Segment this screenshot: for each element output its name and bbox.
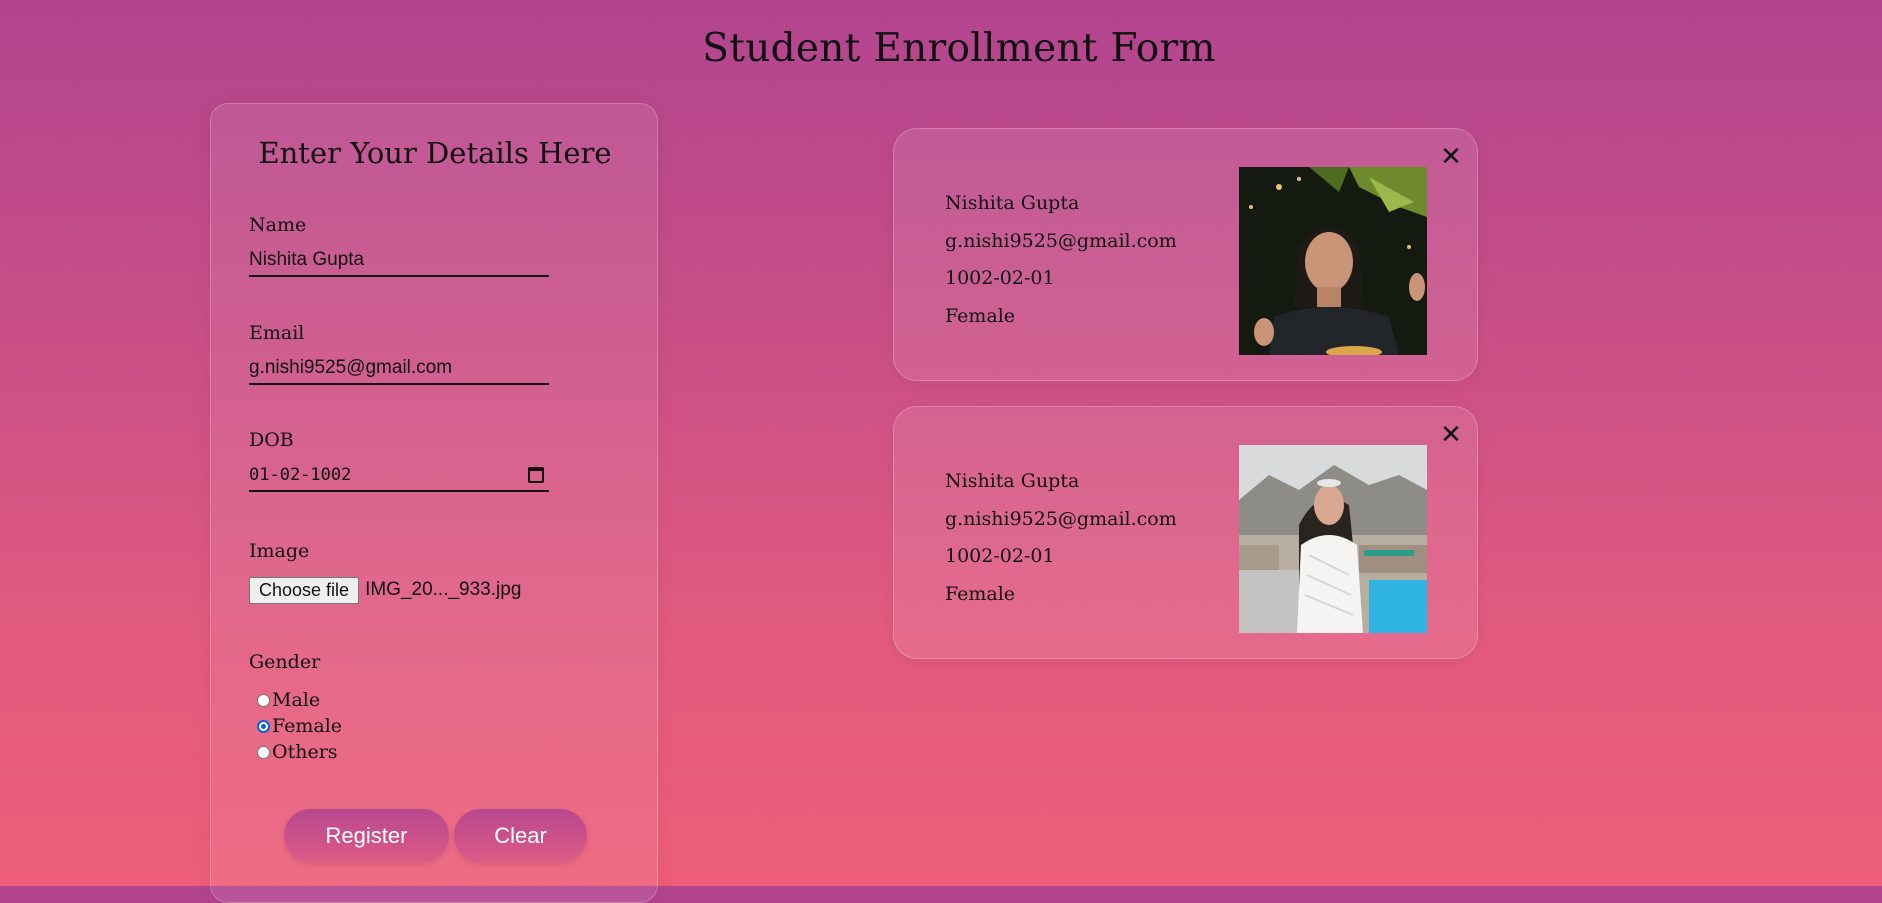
gender-label: Gender bbox=[249, 651, 321, 673]
file-input: Choose file IMG_20..._933.jpg bbox=[249, 575, 521, 605]
name-label: Name bbox=[249, 214, 307, 236]
dob-label: DOB bbox=[249, 429, 294, 451]
others-radio-label: Others bbox=[272, 741, 338, 763]
female-radio[interactable] bbox=[257, 719, 270, 733]
record-email: g.nishi9525@gmail.com bbox=[945, 230, 1177, 252]
file-name: IMG_20..._933.jpg bbox=[365, 579, 522, 600]
name-input[interactable] bbox=[249, 245, 549, 277]
female-radio-label: Female bbox=[272, 715, 343, 737]
dob-input[interactable] bbox=[249, 460, 549, 492]
male-radio[interactable] bbox=[257, 693, 270, 707]
record-name: Nishita Gupta bbox=[945, 470, 1080, 492]
email-label: Email bbox=[249, 322, 305, 344]
record-email: g.nishi9525@gmail.com bbox=[945, 508, 1177, 530]
record-gender: Female bbox=[945, 305, 1016, 327]
record-dob: 1002-02-01 bbox=[945, 267, 1055, 289]
close-icon[interactable]: ✕ bbox=[1437, 143, 1465, 171]
record-name: Nishita Gupta bbox=[945, 192, 1080, 214]
student-record-card: ✕ Nishita Gupta g.nishi9525@gmail.com 10… bbox=[893, 128, 1478, 381]
image-label: Image bbox=[249, 540, 310, 562]
record-dob: 1002-02-01 bbox=[945, 545, 1055, 567]
record-gender: Female bbox=[945, 583, 1016, 605]
page-title: Student Enrollment Form bbox=[702, 26, 1216, 71]
student-record-card: ✕ Nishita Gupta g.nishi9525@gmail.com 10… bbox=[893, 406, 1478, 659]
student-photo bbox=[1239, 445, 1427, 633]
close-icon[interactable]: ✕ bbox=[1437, 421, 1465, 449]
choose-file-button[interactable]: Choose file bbox=[249, 576, 360, 604]
email-input[interactable] bbox=[249, 353, 549, 385]
gender-option-others[interactable]: Others bbox=[257, 740, 338, 764]
enrollment-form-card: Enter Your Details Here Name Email DOB I… bbox=[210, 103, 658, 903]
form-heading: Enter Your Details Here bbox=[258, 136, 612, 170]
gender-option-female[interactable]: Female bbox=[257, 714, 342, 738]
gender-option-male[interactable]: Male bbox=[257, 688, 320, 712]
clear-button[interactable]: Clear bbox=[454, 809, 587, 862]
calendar-icon[interactable] bbox=[528, 467, 544, 483]
others-radio[interactable] bbox=[257, 745, 270, 759]
student-photo bbox=[1239, 167, 1427, 355]
register-button[interactable]: Register bbox=[284, 809, 449, 862]
male-radio-label: Male bbox=[272, 689, 321, 711]
